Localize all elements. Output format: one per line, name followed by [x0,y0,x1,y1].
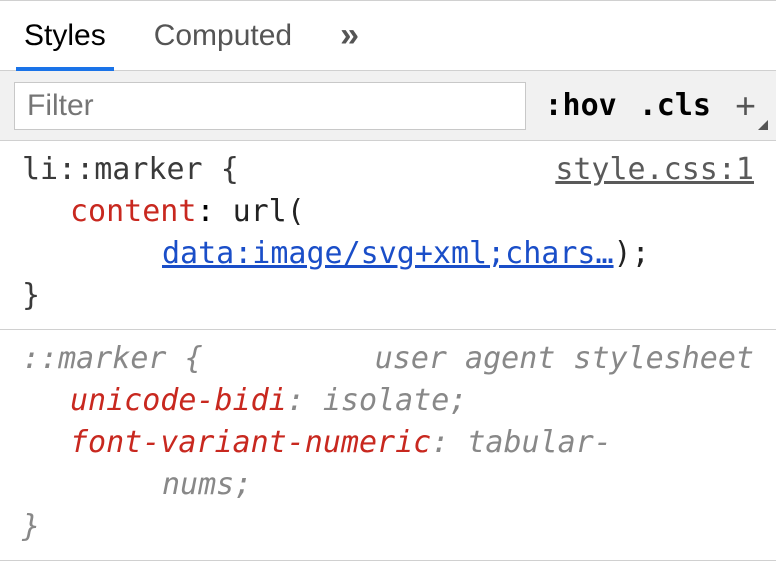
new-style-rule-button[interactable]: + [729,88,762,124]
plus-icon: + [735,85,756,126]
tab-styles[interactable]: Styles [24,1,106,70]
styles-toolbar: :hov .cls + [0,71,776,141]
css-value-prefix: url( [233,194,305,229]
filter-input[interactable] [14,82,526,130]
css-value-wrap: nums; [162,467,252,502]
colon: : [287,383,323,418]
tab-computed[interactable]: Computed [154,1,292,70]
brace-close: } [22,506,754,548]
rules-list: li::marker { style.css:1 content: url( d… [0,141,776,561]
source-link[interactable]: style.css:1 [555,149,754,191]
css-value-suffix: ); [614,236,650,271]
hov-toggle[interactable]: :hov [540,88,620,123]
colon: : [196,194,232,229]
css-value: tabular- [467,425,612,460]
styles-panel: Styles Computed » :hov .cls + li::marker… [0,0,776,561]
data-url-link[interactable]: data:image/svg+xml;chars… [22,233,614,275]
css-property: font-variant-numeric [70,425,431,460]
declaration[interactable]: content: url( [22,191,754,233]
declaration-continuation: data:image/svg+xml;chars…); [22,233,754,275]
rule-selector: ::marker [22,341,167,376]
rule-block: li::marker { style.css:1 content: url( d… [0,141,776,330]
colon: : [431,425,467,460]
brace-open: { [221,152,239,187]
css-property: content [70,194,196,229]
brace-open: { [185,341,203,376]
declaration: unicode-bidi: isolate; [22,380,754,422]
css-property: unicode-bidi [70,383,287,418]
cls-toggle[interactable]: .cls [635,88,715,123]
tab-bar: Styles Computed » [0,1,776,71]
rule-selector[interactable]: li::marker [22,152,203,187]
tabs-overflow-icon[interactable]: » [340,16,361,55]
rule-block-ua: ::marker { user agent stylesheet unicode… [0,330,776,561]
brace-close: } [22,275,754,317]
ua-stylesheet-label: user agent stylesheet [375,338,754,380]
declaration-wrap: nums; [22,464,754,506]
declaration: font-variant-numeric: tabular- [22,422,754,464]
css-value: isolate; [323,383,468,418]
